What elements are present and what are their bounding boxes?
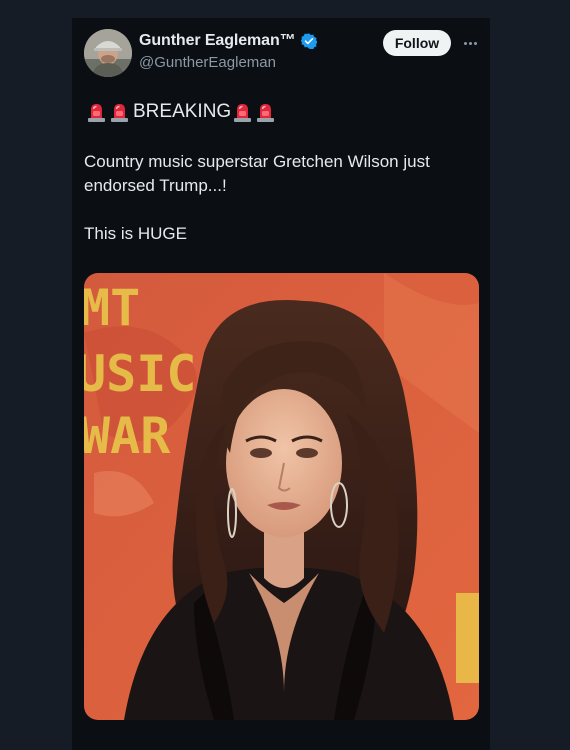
breaking-label: BREAKING [133,101,232,122]
page: Gunther Eagleman™ @GuntherEagleman Follo… [0,0,570,750]
breaking-line: BREAKING [87,101,279,123]
police-car-light-icon [233,102,252,123]
tweet-text-line: Country music superstar Gretchen Wilson … [84,152,430,195]
police-car-light-icon [87,102,106,123]
author-handle[interactable]: @GuntherEagleman [139,54,276,71]
backdrop-text: USIC [84,345,196,403]
backdrop-text: WAR [84,407,171,465]
more-horizontal-icon[interactable] [460,36,480,50]
author-name-row[interactable]: Gunther Eagleman™ [139,32,318,50]
follow-button[interactable]: Follow [383,30,451,56]
backdrop-text: MT [84,279,140,337]
tweet-text-line: This is HUGE [84,224,187,243]
police-car-light-icon [256,102,275,123]
tweet-media-photo[interactable]: MT USIC WAR [84,273,479,720]
avatar[interactable] [84,29,132,77]
author-display-name[interactable]: Gunther Eagleman™ [139,32,296,50]
verified-badge-icon [299,33,318,50]
tweet-text: Country music superstar Gretchen Wilson … [84,150,479,246]
police-car-light-icon [110,102,129,123]
